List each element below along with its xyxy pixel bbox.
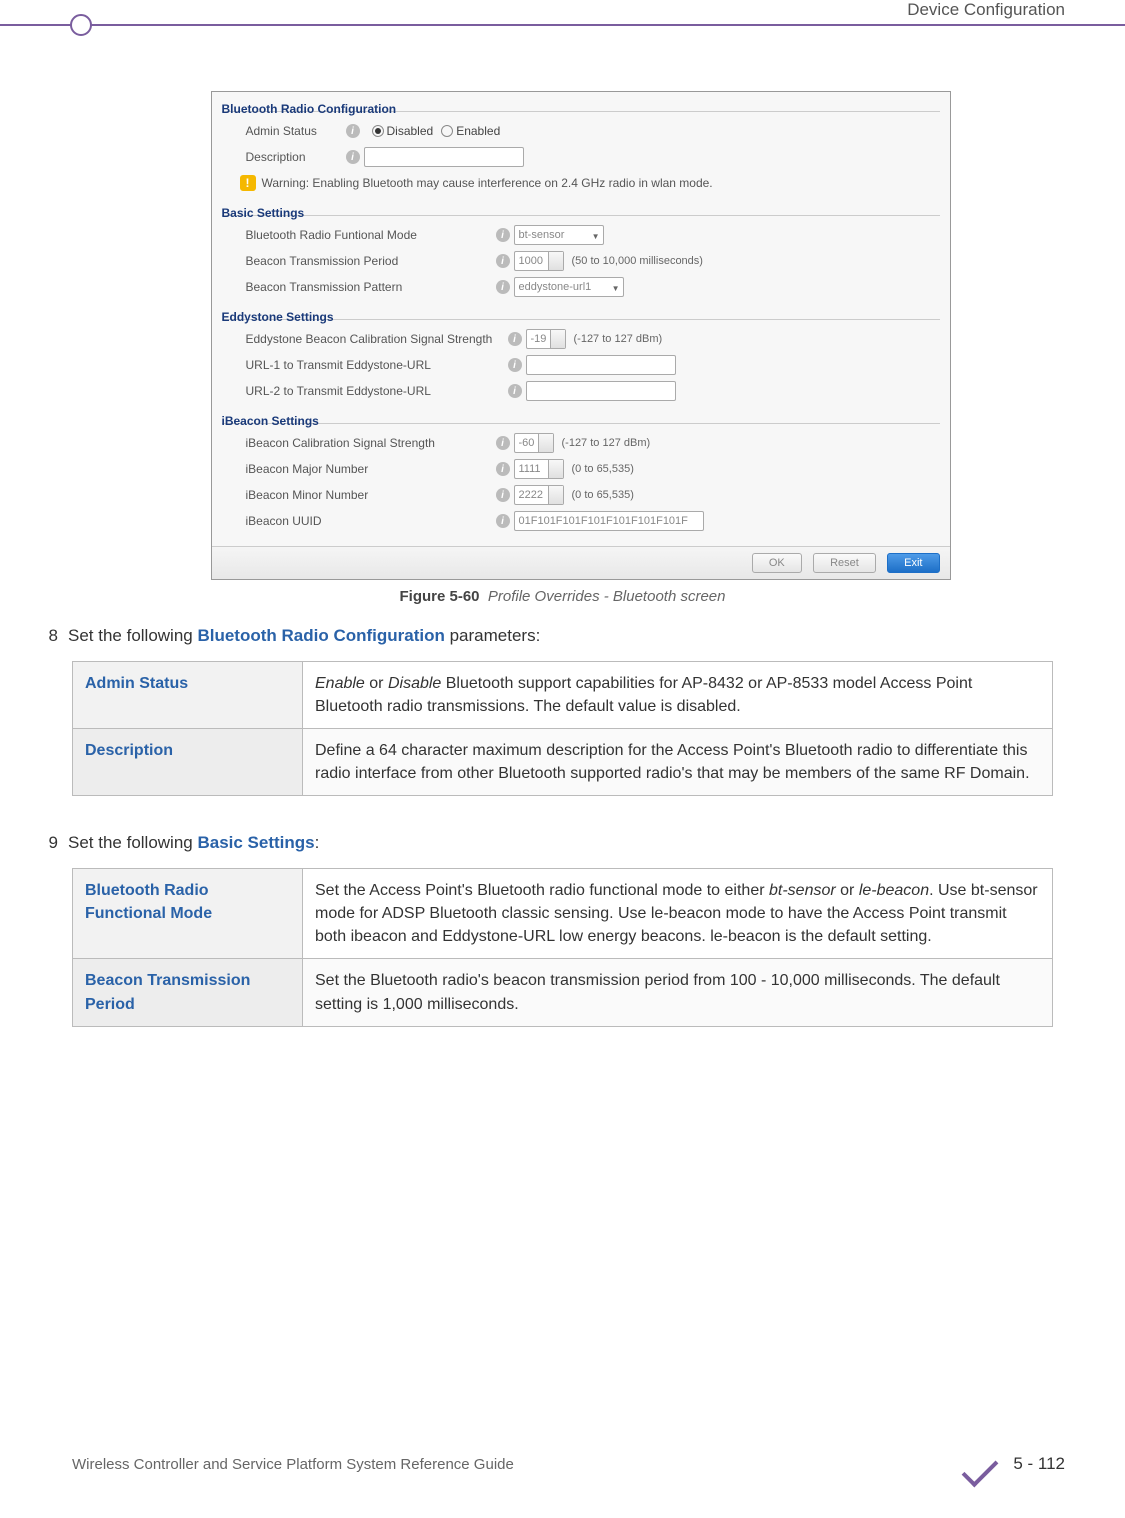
functional-mode-select[interactable]: bt-sensor	[514, 225, 604, 245]
warning-icon: !	[240, 175, 256, 191]
description-label: Description	[246, 150, 346, 164]
figure-title: Profile Overrides - Bluetooth screen	[488, 588, 726, 605]
ok-button[interactable]: OK	[752, 553, 802, 573]
info-icon[interactable]: i	[496, 280, 510, 294]
admin-status-label: Admin Status	[246, 124, 346, 138]
param-desc: Set the Access Point's Bluetooth radio f…	[303, 868, 1053, 959]
param-name: Beacon Transmission Period	[73, 959, 303, 1026]
step-number: 8	[44, 623, 68, 649]
page-footer: Wireless Controller and Service Platform…	[72, 1446, 1065, 1482]
param-name: Bluetooth Radio Functional Mode	[73, 868, 303, 959]
eddy-cal-input[interactable]: -19	[526, 329, 566, 349]
ib-cal-input[interactable]: -60	[514, 433, 554, 453]
param-name: Admin Status	[73, 661, 303, 728]
warning-text: Warning: Enabling Bluetooth may cause in…	[262, 176, 713, 190]
table-row: Admin Status Enable or Disable Bluetooth…	[73, 661, 1053, 728]
footer-title: Wireless Controller and Service Platform…	[72, 1456, 514, 1473]
reset-button[interactable]: Reset	[813, 553, 876, 573]
ib-uuid-input[interactable]: 01F101F101F101F101F101F101F	[514, 511, 704, 531]
disabled-label: Disabled	[387, 124, 434, 138]
bluetooth-screenshot: Bluetooth Radio Configuration Admin Stat…	[211, 91, 951, 580]
info-icon[interactable]: i	[496, 436, 510, 450]
radio-enabled[interactable]	[441, 125, 453, 137]
beacon-pattern-select[interactable]: eddystone-url1	[514, 277, 624, 297]
table-basic-settings: Bluetooth Radio Functional Mode Set the …	[72, 868, 1053, 1027]
page-header: Device Configuration	[0, 0, 1125, 26]
section-title: Device Configuration	[907, 0, 1065, 20]
figure-number: Figure 5-60	[400, 588, 480, 605]
ib-minor-input[interactable]: 2222	[514, 485, 564, 505]
exit-button[interactable]: Exit	[887, 553, 939, 573]
info-icon[interactable]: i	[496, 514, 510, 528]
ib-minor-label: iBeacon Minor Number	[246, 488, 496, 502]
functional-mode-label: Bluetooth Radio Funtional Mode	[246, 228, 496, 242]
info-icon[interactable]: i	[496, 254, 510, 268]
param-desc: Define a 64 character maximum descriptio…	[303, 728, 1053, 795]
page-number: 5 - 112	[1013, 1454, 1065, 1474]
enabled-label: Enabled	[456, 124, 500, 138]
info-icon[interactable]: i	[508, 384, 522, 398]
url1-label: URL-1 to Transmit Eddystone-URL	[246, 358, 508, 372]
info-icon[interactable]: i	[346, 124, 360, 138]
beacon-period-label: Beacon Transmission Period	[246, 254, 496, 268]
eddy-cal-hint: (-127 to 127 dBm)	[574, 333, 663, 345]
info-icon[interactable]: i	[496, 488, 510, 502]
ib-cal-label: iBeacon Calibration Signal Strength	[246, 436, 496, 450]
checkmark-icon	[959, 1446, 995, 1482]
ib-major-hint: (0 to 65,535)	[572, 463, 634, 475]
eddystone-legend: Eddystone Settings	[222, 306, 940, 326]
url2-label: URL-2 to Transmit Eddystone-URL	[246, 384, 508, 398]
basic-legend: Basic Settings	[222, 202, 940, 222]
ibeacon-legend: iBeacon Settings	[222, 410, 940, 430]
info-icon[interactable]: i	[508, 332, 522, 346]
url2-input[interactable]	[526, 381, 676, 401]
beacon-period-input[interactable]: 1000	[514, 251, 564, 271]
eddy-cal-label: Eddystone Beacon Calibration Signal Stre…	[246, 332, 508, 346]
ib-major-input[interactable]: 1111	[514, 459, 564, 479]
ib-minor-hint: (0 to 65,535)	[572, 489, 634, 501]
param-desc: Set the Bluetooth radio's beacon transmi…	[303, 959, 1053, 1026]
header-ornament	[70, 14, 92, 36]
info-icon[interactable]: i	[496, 462, 510, 476]
param-name: Description	[73, 728, 303, 795]
description-input[interactable]	[364, 147, 524, 167]
ib-cal-hint: (-127 to 127 dBm)	[562, 437, 651, 449]
ib-uuid-label: iBeacon UUID	[246, 514, 496, 528]
dialog-footer: OK Reset Exit	[212, 546, 950, 579]
info-icon[interactable]: i	[346, 150, 360, 164]
step-9: 9Set the following Basic Settings:	[72, 830, 1053, 856]
info-icon[interactable]: i	[496, 228, 510, 242]
beacon-pattern-label: Beacon Transmission Pattern	[246, 280, 496, 294]
radio-disabled[interactable]	[372, 125, 384, 137]
table-row: Bluetooth Radio Functional Mode Set the …	[73, 868, 1053, 959]
info-icon[interactable]: i	[508, 358, 522, 372]
table-row: Description Define a 64 character maximu…	[73, 728, 1053, 795]
beacon-period-hint: (50 to 10,000 milliseconds)	[572, 255, 703, 267]
brc-legend: Bluetooth Radio Configuration	[222, 98, 940, 118]
ib-major-label: iBeacon Major Number	[246, 462, 496, 476]
url1-input[interactable]	[526, 355, 676, 375]
table-bluetooth-radio-config: Admin Status Enable or Disable Bluetooth…	[72, 661, 1053, 797]
figure-caption: Figure 5-60 Profile Overrides - Bluetoot…	[72, 588, 1053, 605]
step-8: 8Set the following Bluetooth Radio Confi…	[72, 623, 1053, 649]
table-row: Beacon Transmission Period Set the Bluet…	[73, 959, 1053, 1026]
step-number: 9	[44, 830, 68, 856]
param-desc: Enable or Disable Bluetooth support capa…	[303, 661, 1053, 728]
